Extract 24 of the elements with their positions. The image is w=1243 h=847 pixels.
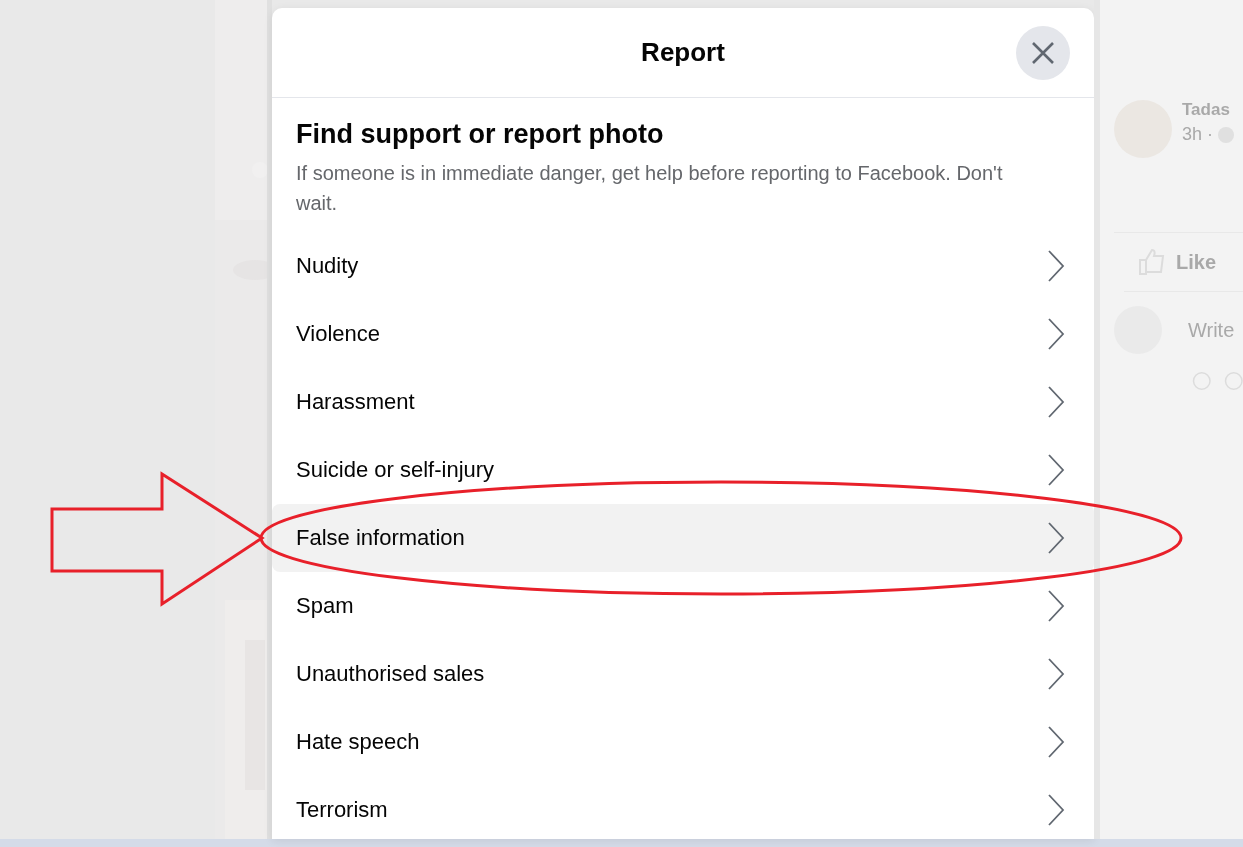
description-text: If someone is in immediate danger, get help before reporting to Facebook. Don't wait. [296, 161, 1004, 216]
dialog-title: Report [641, 37, 725, 68]
post-time: 3h · [1182, 124, 1214, 145]
report-option[interactable]: Terrorism [272, 776, 1094, 839]
chevron-right-icon [1046, 589, 1066, 623]
chevron-right-icon [1046, 657, 1066, 691]
report-option[interactable]: Spam [272, 572, 1094, 640]
chevron-right-icon [1046, 793, 1066, 827]
section-heading: Find support or report photo [296, 118, 665, 151]
chevron-right-icon [1046, 249, 1066, 283]
report-option[interactable]: Suicide or self-injury [272, 436, 1094, 504]
report-option[interactable]: Nudity [272, 232, 1094, 300]
chevron-right-icon [1046, 317, 1066, 351]
report-option[interactable]: Harassment [272, 368, 1094, 436]
chevron-right-icon [1046, 521, 1066, 555]
close-button[interactable] [1016, 26, 1070, 80]
report-option[interactable]: Unauthorised sales [272, 640, 1094, 708]
chevron-right-icon [1046, 725, 1066, 759]
report-option[interactable]: Hate speech [272, 708, 1094, 776]
report-option[interactable]: False information [272, 504, 1094, 572]
chevron-right-icon [1046, 385, 1066, 419]
report-option[interactable]: Violence [272, 300, 1094, 368]
close-icon [1031, 41, 1055, 65]
chevron-right-icon [1046, 453, 1066, 487]
